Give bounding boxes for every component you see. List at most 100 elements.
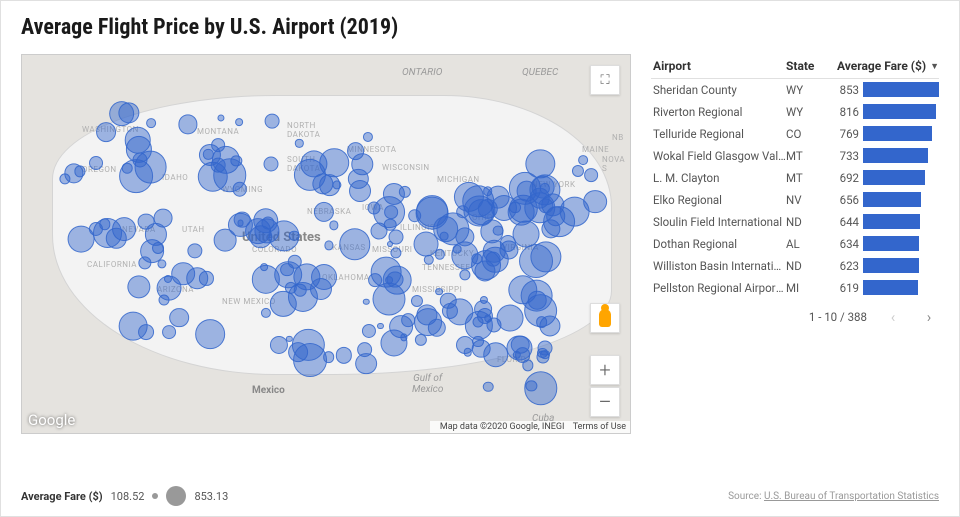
cell-airport: Pellston Regional Airport of E... (651, 281, 786, 295)
fare-bar-track (863, 104, 939, 119)
fare-value: 623 (831, 259, 859, 273)
fare-bar (863, 192, 921, 207)
cell-fare: 623 (831, 258, 939, 273)
source-link[interactable]: U.S. Bureau of Transportation Statistics (764, 491, 939, 502)
cell-airport: Williston Basin International (651, 259, 786, 273)
cell-state: WY (786, 83, 831, 97)
fare-value: 853 (831, 83, 859, 97)
cell-state: MT (786, 171, 831, 185)
legend-max: 853.13 (194, 490, 228, 503)
table-row[interactable]: Wokal Field Glasgow Valley Co...MT733 (651, 145, 939, 167)
table-panel: Airport State Average Fare ($) ▼ Sherida… (651, 54, 939, 478)
cell-fare: 692 (831, 170, 939, 185)
table-row[interactable]: L. M. ClaytonMT692 (651, 167, 939, 189)
bubble-legend: Average Fare ($) 108.52 853.13 (21, 486, 228, 506)
fare-bar-track (863, 148, 939, 163)
cell-fare: 853 (831, 82, 939, 97)
us-landmass (52, 95, 612, 375)
col-header-fare-label: Average Fare ($) (837, 59, 926, 73)
pager-prev-button[interactable]: ‹ (883, 307, 903, 327)
fare-bar (863, 280, 918, 295)
zoom-out-button[interactable]: − (590, 387, 620, 417)
cell-fare: 656 (831, 192, 939, 207)
cell-airport: Wokal Field Glasgow Valley Co... (651, 149, 786, 163)
cell-fare: 733 (831, 148, 939, 163)
cell-state: MI (786, 281, 831, 295)
fare-value: 733 (831, 149, 859, 163)
pegman-icon (599, 309, 611, 327)
cell-fare: 816 (831, 104, 939, 119)
cell-state: ND (786, 259, 831, 273)
pager: 1 - 10 / 388 ‹ › (651, 307, 939, 327)
map-attribution: Map data ©2020 Google, INEGI Terms of Us… (430, 421, 630, 433)
table-row[interactable]: Sheridan CountyWY853 (651, 79, 939, 101)
fare-bar-track (863, 192, 939, 207)
col-header-state[interactable]: State (786, 59, 831, 73)
map-terms-link[interactable]: Terms of Use (573, 422, 626, 432)
col-header-airport[interactable]: Airport (651, 59, 786, 73)
streetview-button[interactable] (590, 303, 620, 333)
fare-value: 692 (831, 171, 859, 185)
cell-airport: Telluride Regional (651, 127, 786, 141)
map-panel[interactable]: ONTARIO QUEBEC Mexico Gulf of Mexico Cub… (21, 54, 631, 434)
fare-value: 816 (831, 105, 859, 119)
fare-bar (863, 236, 919, 251)
footer: Average Fare ($) 108.52 853.13 Source: U… (21, 486, 939, 506)
plus-icon: + (599, 358, 610, 382)
cell-fare: 619 (831, 280, 939, 295)
fare-bar (863, 82, 939, 97)
fare-value: 634 (831, 237, 859, 251)
zoom-in-button[interactable]: + (590, 355, 620, 385)
cell-state: NV (786, 193, 831, 207)
cell-state: AL (786, 237, 831, 251)
cell-airport: Riverton Regional (651, 105, 786, 119)
chevron-right-icon: › (927, 308, 932, 326)
fare-bar-track (863, 258, 939, 273)
map-attribution-text: Map data ©2020 Google, INEGI (440, 422, 565, 432)
fare-bar (863, 126, 932, 141)
pager-next-button[interactable]: › (919, 307, 939, 327)
page-title: Average Flight Price by U.S. Airport (20… (21, 15, 939, 40)
fullscreen-button[interactable]: ⛶ (590, 65, 620, 95)
fare-value: 656 (831, 193, 859, 207)
table-body: Sheridan CountyWY853Riverton RegionalWY8… (651, 79, 939, 299)
table-row[interactable]: Pellston Regional Airport of E...MI619 (651, 277, 939, 299)
cell-state: MT (786, 149, 831, 163)
source-citation: Source: U.S. Bureau of Transportation St… (728, 491, 939, 502)
cell-fare: 634 (831, 236, 939, 251)
pager-range: 1 - 10 / 388 (809, 310, 867, 324)
fare-value: 644 (831, 215, 859, 229)
fare-bar-track (863, 280, 939, 295)
fare-bar-track (863, 82, 939, 97)
cell-airport: Dothan Regional (651, 237, 786, 251)
cell-airport: L. M. Clayton (651, 171, 786, 185)
fare-bar (863, 214, 920, 229)
fare-bar-track (863, 236, 939, 251)
fare-value: 769 (831, 127, 859, 141)
legend-dot-small-icon (152, 493, 158, 499)
fare-value: 619 (831, 281, 859, 295)
google-logo: Google (22, 409, 81, 433)
table-row[interactable]: Telluride RegionalCO769 (651, 123, 939, 145)
cell-airport: Sheridan County (651, 83, 786, 97)
fullscreen-icon: ⛶ (600, 73, 609, 88)
sort-descending-icon: ▼ (930, 61, 939, 72)
table-row[interactable]: Williston Basin InternationalND623 (651, 255, 939, 277)
legend-label: Average Fare ($) (21, 490, 103, 503)
fare-bar-track (863, 214, 939, 229)
chevron-left-icon: ‹ (891, 308, 896, 326)
minus-icon: − (598, 396, 612, 408)
cell-state: WY (786, 105, 831, 119)
fare-bar (863, 148, 928, 163)
cell-airport: Sloulin Field International (651, 215, 786, 229)
table-row[interactable]: Elko RegionalNV656 (651, 189, 939, 211)
cell-state: ND (786, 215, 831, 229)
fare-bar-track (863, 126, 939, 141)
fare-bar (863, 258, 919, 273)
table-row[interactable]: Dothan RegionalAL634 (651, 233, 939, 255)
legend-dot-large-icon (166, 486, 186, 506)
table-row[interactable]: Riverton RegionalWY816 (651, 101, 939, 123)
table-row[interactable]: Sloulin Field InternationalND644 (651, 211, 939, 233)
table-header-row: Airport State Average Fare ($) ▼ (651, 54, 939, 79)
col-header-fare[interactable]: Average Fare ($) ▼ (831, 59, 939, 73)
